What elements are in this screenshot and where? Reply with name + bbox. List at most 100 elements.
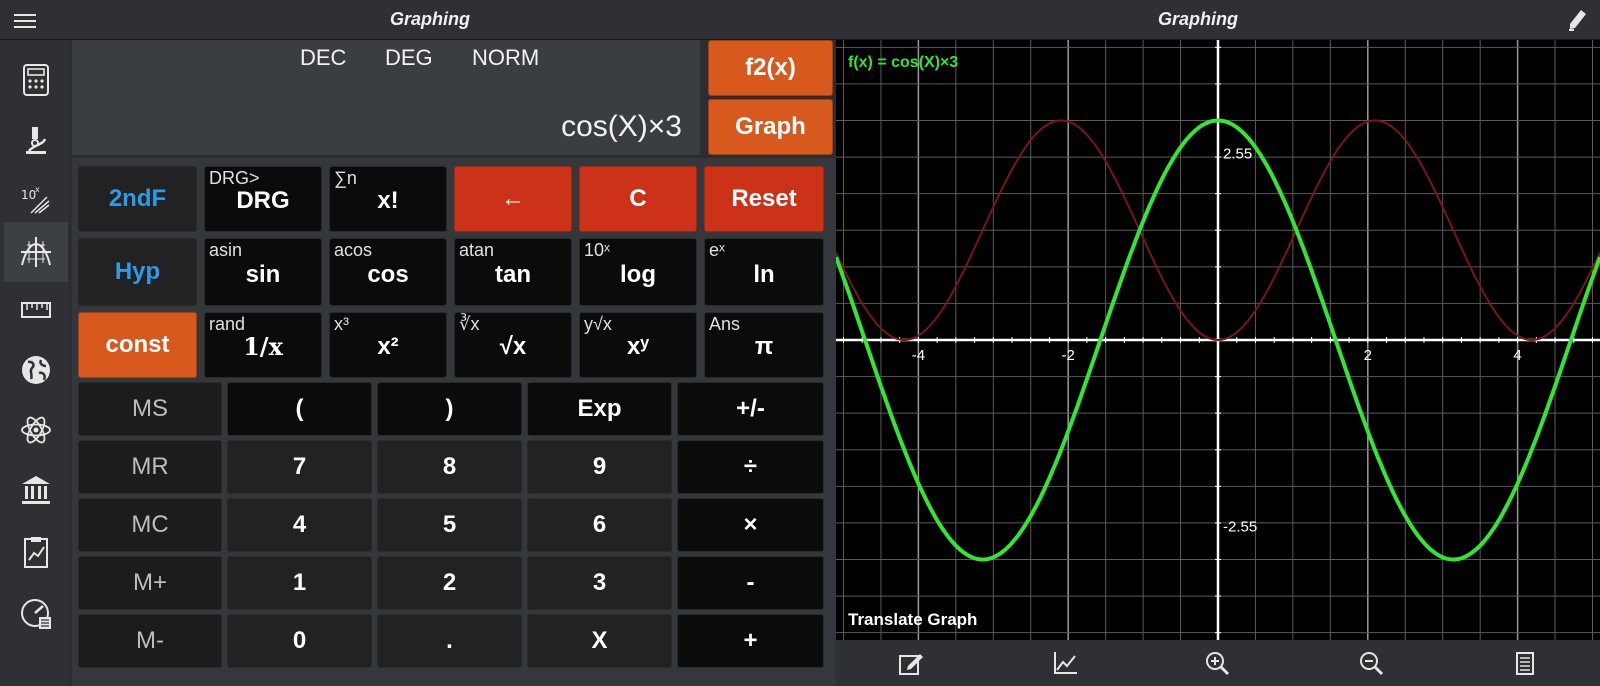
microscope-icon[interactable] xyxy=(4,110,68,170)
zoom-out-icon[interactable] xyxy=(1358,650,1384,676)
mr-key[interactable]: MR xyxy=(78,440,222,494)
atom-icon[interactable] xyxy=(4,400,68,460)
key-label: sin xyxy=(245,261,281,288)
key-label: tan xyxy=(495,261,531,288)
bank-icon[interactable] xyxy=(4,460,68,520)
close-paren-key[interactable]: ) xyxy=(377,382,522,436)
key-label: M+ xyxy=(132,569,167,596)
graph-mode-label: Translate Graph xyxy=(848,610,978,629)
chart-icon[interactable] xyxy=(1052,650,1078,676)
sin-key[interactable]: asin sin xyxy=(204,238,322,306)
clipboard-chart-icon[interactable] xyxy=(4,522,68,582)
key-label: 0 xyxy=(292,627,307,654)
backspace-key[interactable]: ← xyxy=(454,166,572,232)
exp-key[interactable]: Exp xyxy=(527,382,672,436)
graph-button[interactable]: Graph xyxy=(708,99,833,155)
power-key[interactable]: y√x xʸ xyxy=(579,312,697,378)
key-label: 2 xyxy=(442,569,457,596)
key-label: × xyxy=(743,511,758,538)
reset-key[interactable]: Reset xyxy=(704,166,824,232)
zoom-in-icon[interactable] xyxy=(1204,650,1230,676)
keypad: 2ndF DRG> DRG ∑n x! ← C Reset Hyp asin sin … xyxy=(72,158,838,686)
key-label: 5 xyxy=(442,511,457,538)
calculator-icon[interactable] xyxy=(4,50,68,110)
decimal-key[interactable]: . xyxy=(377,614,522,668)
key-label: ÷ xyxy=(743,453,758,480)
gauge-icon[interactable] xyxy=(4,584,68,644)
multiply-key[interactable]: × xyxy=(677,498,824,552)
m-minus-key[interactable]: M- xyxy=(78,614,222,668)
variable-x-key[interactable]: X xyxy=(527,614,672,668)
sign-toggle-key[interactable]: +/- xyxy=(677,382,824,436)
key-label: 8 xyxy=(442,453,457,480)
key-label: ln xyxy=(753,261,775,288)
digit-6-key[interactable]: 6 xyxy=(527,498,672,552)
power-of-ten-icon[interactable]: 10 x xyxy=(4,170,68,230)
key-label: 9 xyxy=(592,453,607,480)
open-paren-key[interactable]: ( xyxy=(227,382,372,436)
expression-display: cos(X)×3 xyxy=(561,110,682,143)
backspace-icon: ← xyxy=(501,185,525,212)
mc-key[interactable]: MC xyxy=(78,498,222,552)
key-label: xʸ xyxy=(627,333,649,360)
edit-icon[interactable] xyxy=(898,650,924,676)
key-sub-label: ∑n xyxy=(334,168,357,188)
sqrt-key[interactable]: ∛x √x xyxy=(454,312,572,378)
globe-icon[interactable] xyxy=(4,340,68,400)
graph-toolbar xyxy=(836,640,1600,686)
hyp-key[interactable]: Hyp xyxy=(78,238,197,306)
format-mode[interactable]: NORM xyxy=(472,45,539,71)
key-label: MS xyxy=(132,395,168,422)
x-tick-label: -4 xyxy=(912,347,925,364)
key-label: 2ndF xyxy=(108,185,167,212)
reciprocal-key[interactable]: rand 1/x xyxy=(204,312,322,378)
key-label: cos xyxy=(367,261,409,288)
digit-0-key[interactable]: 0 xyxy=(227,614,372,668)
ln-key[interactable]: eˣ ln xyxy=(704,238,824,306)
key-label: Hyp xyxy=(114,258,161,285)
divide-key[interactable]: ÷ xyxy=(677,440,824,494)
digit-1-key[interactable]: 1 xyxy=(227,556,372,610)
key-label: 6 xyxy=(592,511,607,538)
hamburger-icon[interactable] xyxy=(14,10,36,30)
right-title: Graphing xyxy=(1158,9,1238,29)
digit-7-key[interactable]: 7 xyxy=(227,440,372,494)
log-key[interactable]: 10ˣ log xyxy=(579,238,697,306)
digit-4-key[interactable]: 4 xyxy=(227,498,372,552)
key-sub-label: DRG> xyxy=(209,168,260,188)
plus-key[interactable]: + xyxy=(677,614,824,668)
left-title: Graphing xyxy=(390,9,470,29)
key-label: 1/x xyxy=(243,332,283,361)
pen-icon[interactable] xyxy=(1566,8,1588,32)
svg-text:10: 10 xyxy=(21,188,36,202)
digit-9-key[interactable]: 9 xyxy=(527,440,672,494)
graph-axes-icon[interactable] xyxy=(4,222,68,282)
f2x-button[interactable]: f2(x) xyxy=(708,40,833,96)
square-key[interactable]: x³ x² xyxy=(329,312,447,378)
clear-key[interactable]: C xyxy=(579,166,697,232)
const-key[interactable]: const xyxy=(78,312,197,378)
tan-key[interactable]: atan tan xyxy=(454,238,572,306)
drg-key[interactable]: DRG> DRG xyxy=(204,166,322,232)
list-icon[interactable] xyxy=(1512,650,1538,676)
pi-key[interactable]: Ans π xyxy=(704,312,824,378)
ruler-icon[interactable] xyxy=(4,280,68,340)
cos-key[interactable]: acos cos xyxy=(329,238,447,306)
m-plus-key[interactable]: M+ xyxy=(78,556,222,610)
angle-mode[interactable]: DEG xyxy=(385,45,433,71)
digit-5-key[interactable]: 5 xyxy=(377,498,522,552)
factorial-key[interactable]: ∑n x! xyxy=(329,166,447,232)
digit-3-key[interactable]: 3 xyxy=(527,556,672,610)
key-label: Reset xyxy=(731,185,797,212)
second-function-key[interactable]: 2ndF xyxy=(78,166,197,232)
minus-key[interactable]: - xyxy=(677,556,824,610)
base-mode[interactable]: DEC xyxy=(300,45,346,71)
key-label: - xyxy=(746,569,755,596)
key-label: 3 xyxy=(592,569,607,596)
graph-canvas[interactable]: -4 -2 2 4 2.55 -2.55 xyxy=(836,40,1600,640)
top-bar: Graphing Graphing xyxy=(0,0,1600,40)
key-label: 7 xyxy=(292,453,307,480)
digit-2-key[interactable]: 2 xyxy=(377,556,522,610)
digit-8-key[interactable]: 8 xyxy=(377,440,522,494)
ms-key[interactable]: MS xyxy=(78,382,222,436)
